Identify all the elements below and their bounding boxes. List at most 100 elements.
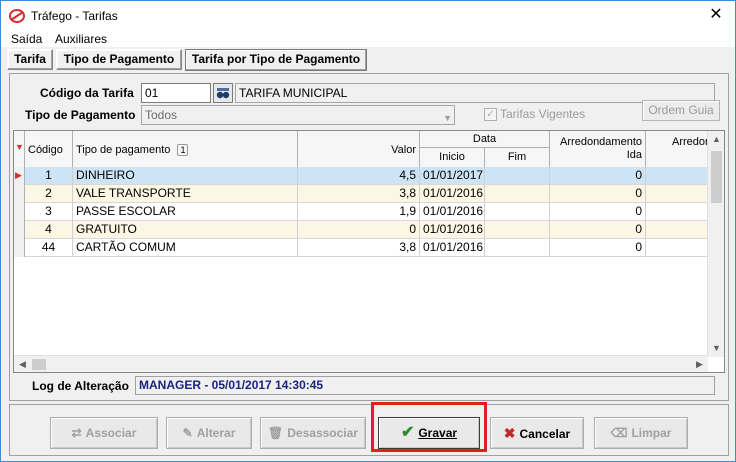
trash-icon: 🗑 [268, 426, 284, 440]
cell-valor: 0 [298, 221, 420, 239]
horizontal-scroll-thumb[interactable] [32, 359, 46, 370]
row-indicator [14, 185, 25, 203]
gravar-button[interactable]: ✔ Gravar [378, 417, 480, 449]
table-row[interactable]: 3 PASSE ESCOLAR 1,9 01/01/2016 0 [14, 203, 716, 221]
associar-label: Associar [85, 426, 137, 440]
cell-arred-volta [646, 239, 716, 257]
header-data: Data [420, 131, 550, 148]
table-row[interactable]: 2 VALE TRANSPORTE 3,8 01/01/2016 0 [14, 185, 716, 203]
scroll-left-icon[interactable]: ◀ [14, 356, 31, 372]
header-tipo[interactable]: Tipo de pagamento 1 [73, 131, 298, 167]
table-row[interactable]: 44 CARTÃO COMUM 3,8 01/01/2016 0 [14, 239, 716, 257]
x-icon: ✖ [503, 425, 516, 441]
checkmark-icon: ✔ [400, 424, 415, 441]
associar-button[interactable]: ⇄ Associar [50, 417, 158, 449]
row-indicator [14, 221, 25, 239]
header-arred-ida-line1: Arredondamento [560, 136, 642, 148]
menu-saida[interactable]: Saída [11, 32, 42, 46]
chevron-down-icon: ▼ [443, 113, 452, 123]
cell-fim [485, 221, 550, 239]
window-title: Tráfego - Tarifas [31, 9, 118, 23]
header-indicator: ▼ [14, 131, 25, 167]
table-row[interactable]: 4 GRATUITO 0 01/01/2016 0 [14, 221, 716, 239]
binoculars-icon [216, 88, 230, 99]
cell-valor: 4,5 [298, 167, 420, 185]
limpar-label: Limpar [631, 426, 672, 440]
cell-tipo: PASSE ESCOLAR [73, 203, 298, 221]
cell-tipo: GRATUITO [73, 221, 298, 239]
cell-tipo: DINHEIRO [73, 167, 298, 185]
cell-arred-ida: 0 [550, 203, 646, 221]
cell-arred-volta [646, 185, 716, 203]
cell-inicio: 01/01/2016 [420, 221, 485, 239]
eraser-icon: ⌫ [610, 426, 628, 440]
header-arred-ida-line2: Ida [626, 149, 642, 161]
table-row[interactable]: ▶ 1 DINHEIRO 4,5 01/01/2017 0 [14, 167, 716, 185]
horizontal-scrollbar[interactable]: ◀ ▶ [14, 355, 708, 372]
tab-tarifa[interactable]: Tarifa [7, 49, 53, 70]
header-fim[interactable]: Fim [485, 148, 550, 167]
header-arred-ida[interactable]: Arredondamento Ida [550, 131, 646, 167]
tipo-pagamento-select[interactable]: Todos ▼ [141, 105, 455, 125]
header-valor[interactable]: Valor [298, 131, 420, 167]
vertical-scrollbar[interactable]: ▲ ▼ [707, 131, 724, 357]
cell-valor: 1,9 [298, 203, 420, 221]
scroll-right-icon[interactable]: ▶ [691, 356, 708, 372]
cell-inicio: 01/01/2017 [420, 167, 485, 185]
current-row-arrow-icon: ▶ [15, 170, 22, 180]
cell-codigo: 1 [25, 167, 73, 185]
limpar-button[interactable]: ⌫ Limpar [594, 417, 688, 449]
cell-arred-ida: 0 [550, 239, 646, 257]
cell-fim [485, 203, 550, 221]
cancelar-button[interactable]: ✖ Cancelar [490, 417, 584, 449]
cell-valor: 3,8 [298, 185, 420, 203]
cell-codigo: 4 [25, 221, 73, 239]
row-indicator [14, 203, 25, 221]
ordem-guia-button[interactable]: Ordem Guia [642, 100, 720, 121]
desassociar-label: Desassociar [287, 426, 358, 440]
tab-tarifa-por-tipo[interactable]: Tarifa por Tipo de Pagamento [185, 49, 367, 71]
codigo-tarifa-input[interactable]: 01 [141, 83, 211, 103]
cancelar-label: Cancelar [519, 427, 571, 441]
cell-arred-volta [646, 221, 716, 239]
desassociar-button[interactable]: 🗑 Desassociar [260, 417, 366, 449]
header-codigo[interactable]: Código [25, 131, 73, 167]
app-window: Tráfego - Tarifas ✕ Saída Auxiliares Tar… [0, 0, 736, 462]
app-logo-icon [9, 9, 25, 23]
scroll-up-icon[interactable]: ▲ [708, 131, 724, 148]
cell-inicio: 01/01/2016 [420, 203, 485, 221]
lookup-button[interactable] [213, 83, 233, 103]
cell-inicio: 01/01/2016 [420, 185, 485, 203]
cell-codigo: 2 [25, 185, 73, 203]
tarifas-vigentes-label: Tarifas Vigentes [500, 107, 586, 121]
log-alteracao-label: Log de Alteração [32, 379, 129, 393]
cell-tipo: VALE TRANSPORTE [73, 185, 298, 203]
cell-fim [485, 167, 550, 185]
close-icon[interactable]: ✕ [705, 5, 727, 25]
edit-icon: ✎ [182, 426, 193, 440]
title-bar: Tráfego - Tarifas ✕ [1, 1, 735, 31]
cell-arred-volta [646, 167, 716, 185]
tarifas-vigentes-checkbox[interactable]: ✓ [484, 108, 497, 121]
cell-codigo: 3 [25, 203, 73, 221]
codigo-tarifa-label: Código da Tarifa [40, 86, 134, 100]
tipo-pagamento-label: Tipo de Pagamento [25, 108, 136, 122]
cell-fim [485, 239, 550, 257]
alterar-button[interactable]: ✎ Alterar [166, 417, 252, 449]
tarifas-grid: ▼ Código Tipo de pagamento 1 Valor Data … [13, 130, 725, 373]
scroll-down-icon[interactable]: ▼ [708, 340, 724, 357]
grid-header: ▼ Código Tipo de pagamento 1 Valor Data … [14, 131, 716, 167]
header-arred-volta[interactable]: Arredonc [646, 131, 716, 167]
menu-auxiliares[interactable]: Auxiliares [55, 32, 107, 46]
menu-bar: Saída Auxiliares [1, 31, 735, 47]
row-indicator [14, 239, 25, 257]
tab-tipo-pagamento[interactable]: Tipo de Pagamento [56, 49, 182, 70]
header-tipo-label: Tipo de pagamento [76, 144, 171, 156]
sort-badge: 1 [177, 144, 189, 156]
vertical-scroll-thumb[interactable] [711, 151, 722, 203]
action-bar: ⇄ Associar ✎ Alterar 🗑 Desassociar ✔ Gravar … [9, 402, 729, 456]
cell-fim [485, 185, 550, 203]
log-alteracao-field: MANAGER - 05/01/2017 14:30:45 [135, 376, 715, 395]
row-indicator: ▶ [14, 167, 25, 185]
header-inicio[interactable]: Inicio [420, 148, 485, 167]
